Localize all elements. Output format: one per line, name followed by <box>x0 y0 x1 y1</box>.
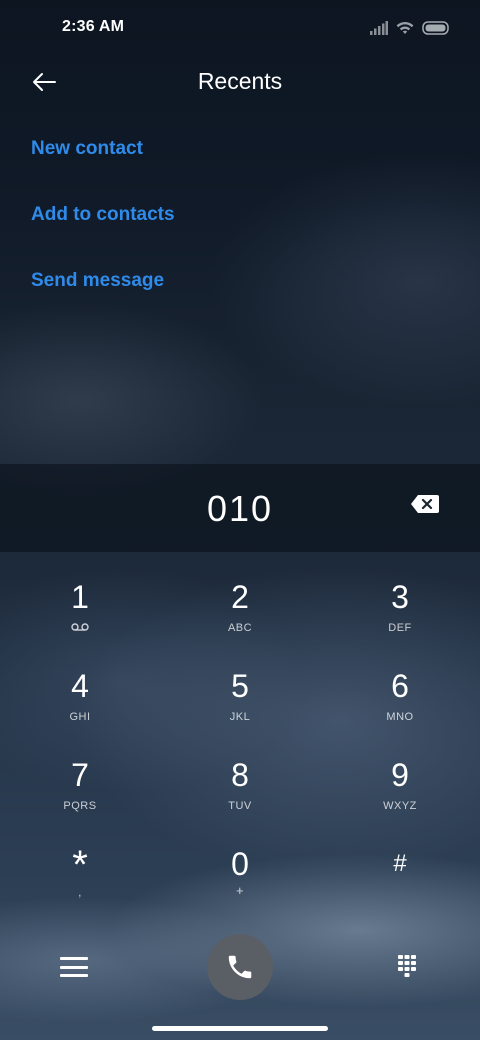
key-0[interactable]: 0 + <box>190 845 290 925</box>
key-digit: 4 <box>71 668 89 704</box>
add-to-contacts-option[interactable]: Add to contacts <box>0 184 480 250</box>
dialer-actions: New contact Add to contacts Send message <box>0 118 480 316</box>
key-letters: + <box>235 883 245 898</box>
dialed-number[interactable]: 010 <box>0 488 480 530</box>
key-letters: TUV <box>228 800 252 812</box>
backspace-button[interactable] <box>410 494 444 520</box>
key-letters: DEF <box>388 622 412 634</box>
key-digit: 8 <box>231 757 249 793</box>
key-digit: 2 <box>231 579 249 615</box>
key-digit: 9 <box>391 757 409 793</box>
phone-icon <box>228 955 252 979</box>
voicemail-icon <box>71 623 89 631</box>
key-digit: 3 <box>391 579 409 615</box>
battery-icon <box>422 21 449 35</box>
key-4[interactable]: 4 GHI <box>30 667 130 747</box>
call-button[interactable] <box>207 934 273 1000</box>
key-star[interactable]: * , <box>30 845 130 925</box>
key-1[interactable]: 1 <box>30 578 130 658</box>
wifi-icon <box>396 21 414 34</box>
status-time: 2:36 AM <box>62 18 125 35</box>
bottom-bar <box>0 930 480 1010</box>
new-contact-option[interactable]: New contact <box>0 118 480 184</box>
send-message-option[interactable]: Send message <box>0 250 480 316</box>
key-digit: 1 <box>71 579 89 615</box>
key-digit: 7 <box>71 757 89 793</box>
key-3[interactable]: 3 DEF <box>350 578 450 658</box>
key-digit: # <box>393 850 407 877</box>
header: Recents <box>0 56 480 108</box>
key-7[interactable]: 7 PQRS <box>30 756 130 836</box>
key-digit: * <box>72 843 88 887</box>
key-8[interactable]: 8 TUV <box>190 756 290 836</box>
backspace-icon <box>411 495 439 513</box>
key-digit: 5 <box>231 668 249 704</box>
number-bar: 010 <box>0 464 480 552</box>
key-letters: WXYZ <box>383 800 417 812</box>
home-indicator[interactable] <box>152 1026 328 1031</box>
key-letters: PQRS <box>63 800 97 812</box>
key-letters: GHI <box>69 711 91 723</box>
key-hash[interactable]: # <box>350 845 450 925</box>
key-digit: 6 <box>391 668 409 704</box>
key-letters: ABC <box>227 622 253 634</box>
hamburger-icon[interactable] <box>60 954 88 980</box>
key-6[interactable]: 6 MNO <box>350 667 450 747</box>
status-bar: 2:36 AM <box>0 0 480 56</box>
key-2[interactable]: 2 ABC <box>190 578 290 658</box>
dialer-screen: 2:36 AM Recents New contact Add to conta… <box>0 0 480 1040</box>
signal-icon <box>370 21 388 35</box>
key-letters: , <box>78 887 82 899</box>
page-title: Recents <box>197 68 283 94</box>
key-letters: MNO <box>386 711 414 723</box>
status-icons <box>370 18 450 38</box>
key-5[interactable]: 5 JKL <box>190 667 290 747</box>
key-letters: JKL <box>229 711 251 723</box>
key-9[interactable]: 9 WXYZ <box>350 756 450 836</box>
dialpad-icon[interactable] <box>396 954 418 978</box>
key-digit: 0 <box>231 846 249 882</box>
